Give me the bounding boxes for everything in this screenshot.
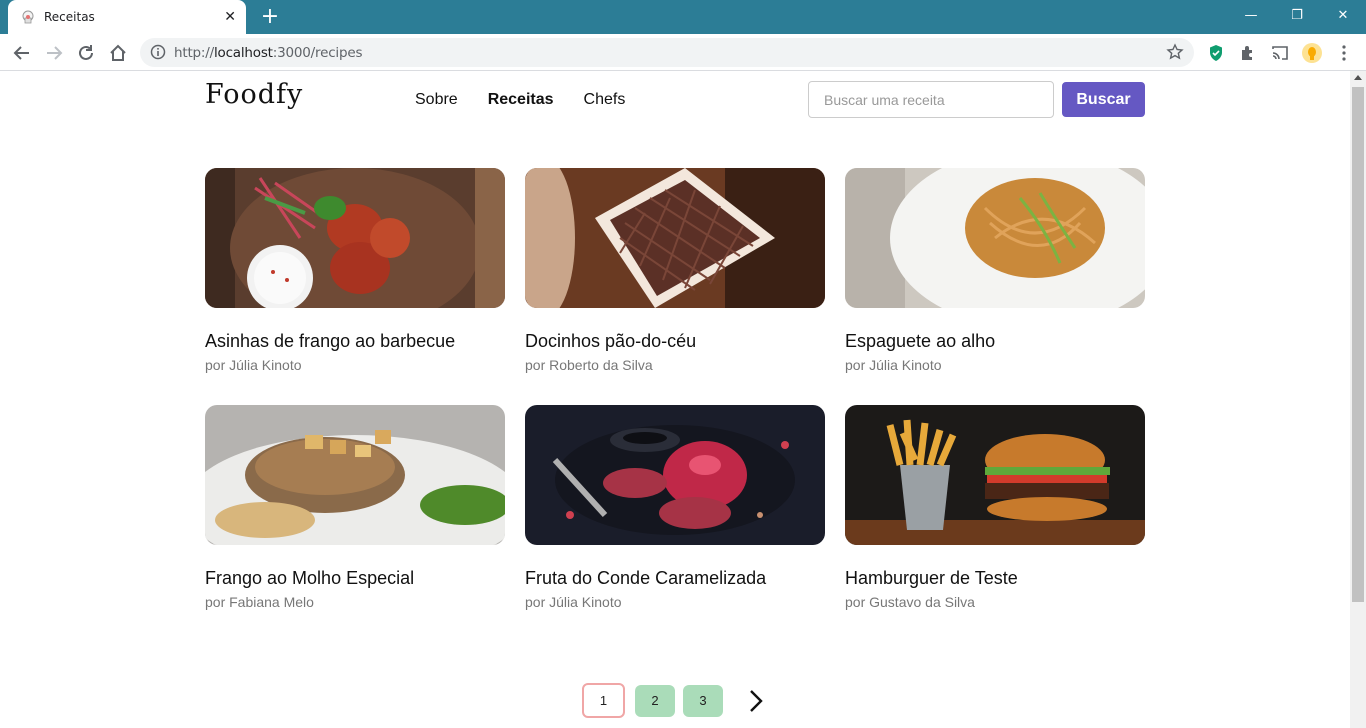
recipe-title[interactable]: Asinhas de frango ao barbecue <box>205 331 505 352</box>
profile-avatar-icon[interactable] <box>1300 41 1324 65</box>
browser-tab[interactable]: Receitas ✕ <box>8 0 246 34</box>
info-icon[interactable] <box>150 44 166 60</box>
pagination: 1 2 3 <box>582 683 769 718</box>
recipe-title[interactable]: Frango ao Molho Especial <box>205 568 505 589</box>
nav-link-chefs[interactable]: Chefs <box>584 91 626 109</box>
recipe-author: por Roberto da Silva <box>525 357 653 373</box>
shield-extension-icon[interactable] <box>1204 41 1228 65</box>
pomegranate-photo[interactable] <box>525 405 825 545</box>
spaghetti-plate-photo[interactable] <box>845 168 1145 308</box>
recipe-author: por Fabiana Melo <box>205 594 314 610</box>
browser-toolbar: http://localhost:3000/recipes <box>0 34 1366 71</box>
page-content: Foodfy Sobre Receitas Chefs Buscar uma r… <box>0 71 1350 728</box>
nav-link-receitas[interactable]: Receitas <box>488 91 554 109</box>
url-text: http://localhost:3000/recipes <box>174 45 363 61</box>
bookmark-star-icon[interactable] <box>1166 43 1184 61</box>
search-button[interactable]: Buscar <box>1062 82 1145 117</box>
tab-close-icon[interactable]: ✕ <box>224 9 236 25</box>
nav-link-sobre[interactable]: Sobre <box>415 91 458 109</box>
recipe-author: por Júlia Kinoto <box>205 357 302 373</box>
site-logo[interactable]: Foodfy <box>205 79 303 110</box>
forward-icon[interactable] <box>42 41 66 65</box>
recipe-title[interactable]: Espaguete ao alho <box>845 331 1145 352</box>
back-icon[interactable] <box>10 41 34 65</box>
recipe-author: por Júlia Kinoto <box>845 357 942 373</box>
recipe-card[interactable]: Docinhos pão-do-céu por Roberto da Silva <box>525 168 825 373</box>
page-button-3[interactable]: 3 <box>683 684 723 717</box>
page-button-2[interactable]: 2 <box>635 684 675 717</box>
recipe-title[interactable]: Docinhos pão-do-céu <box>525 331 825 352</box>
recipe-grid: Asinhas de frango ao barbecue por Júlia … <box>205 168 1145 610</box>
scroll-up-arrow-icon[interactable] <box>1354 75 1362 80</box>
recipe-card[interactable]: Espaguete ao alho por Júlia Kinoto <box>845 168 1145 373</box>
browser-tabstrip: Receitas ✕ + — ❐ ✕ <box>0 0 1366 34</box>
main-nav: Sobre Receitas Chefs <box>415 91 625 109</box>
recipe-card[interactable]: Fruta do Conde Caramelizada por Júlia Ki… <box>525 405 825 610</box>
recipe-title[interactable]: Fruta do Conde Caramelizada <box>525 568 825 589</box>
restore-button[interactable]: ❐ <box>1274 0 1320 30</box>
reload-icon[interactable] <box>74 41 98 65</box>
chocolate-box-photo[interactable] <box>525 168 825 308</box>
extensions-puzzle-icon[interactable] <box>1236 41 1260 65</box>
page-scrollbar[interactable] <box>1350 71 1366 728</box>
chevron-right-icon[interactable] <box>749 685 769 717</box>
new-tab-button[interactable]: + <box>258 5 282 29</box>
chef-hat-icon <box>22 10 34 24</box>
home-icon[interactable] <box>106 41 130 65</box>
page-button-1[interactable]: 1 <box>582 683 625 718</box>
burger-fries-photo[interactable] <box>845 405 1145 545</box>
tab-title: Receitas <box>44 10 95 24</box>
browser-menu-icon[interactable] <box>1332 41 1356 65</box>
scrollbar-thumb[interactable] <box>1352 87 1364 602</box>
cast-icon[interactable] <box>1268 41 1292 65</box>
recipe-title[interactable]: Hamburguer de Teste <box>845 568 1145 589</box>
search-input[interactable] <box>808 81 1054 118</box>
close-window-button[interactable]: ✕ <box>1320 0 1366 30</box>
recipe-author: por Gustavo da Silva <box>845 594 975 610</box>
recipe-card[interactable]: Hamburguer de Teste por Gustavo da Silva <box>845 405 1145 610</box>
recipe-card[interactable]: Asinhas de frango ao barbecue por Júlia … <box>205 168 505 373</box>
chicken-sauce-photo[interactable] <box>205 405 505 545</box>
recipe-card[interactable]: Frango ao Molho Especial por Fabiana Mel… <box>205 405 505 610</box>
recipe-author: por Júlia Kinoto <box>525 594 622 610</box>
barbecue-wings-photo[interactable] <box>205 168 505 308</box>
address-bar[interactable]: http://localhost:3000/recipes <box>140 38 1194 67</box>
minimize-button[interactable]: — <box>1228 0 1274 30</box>
